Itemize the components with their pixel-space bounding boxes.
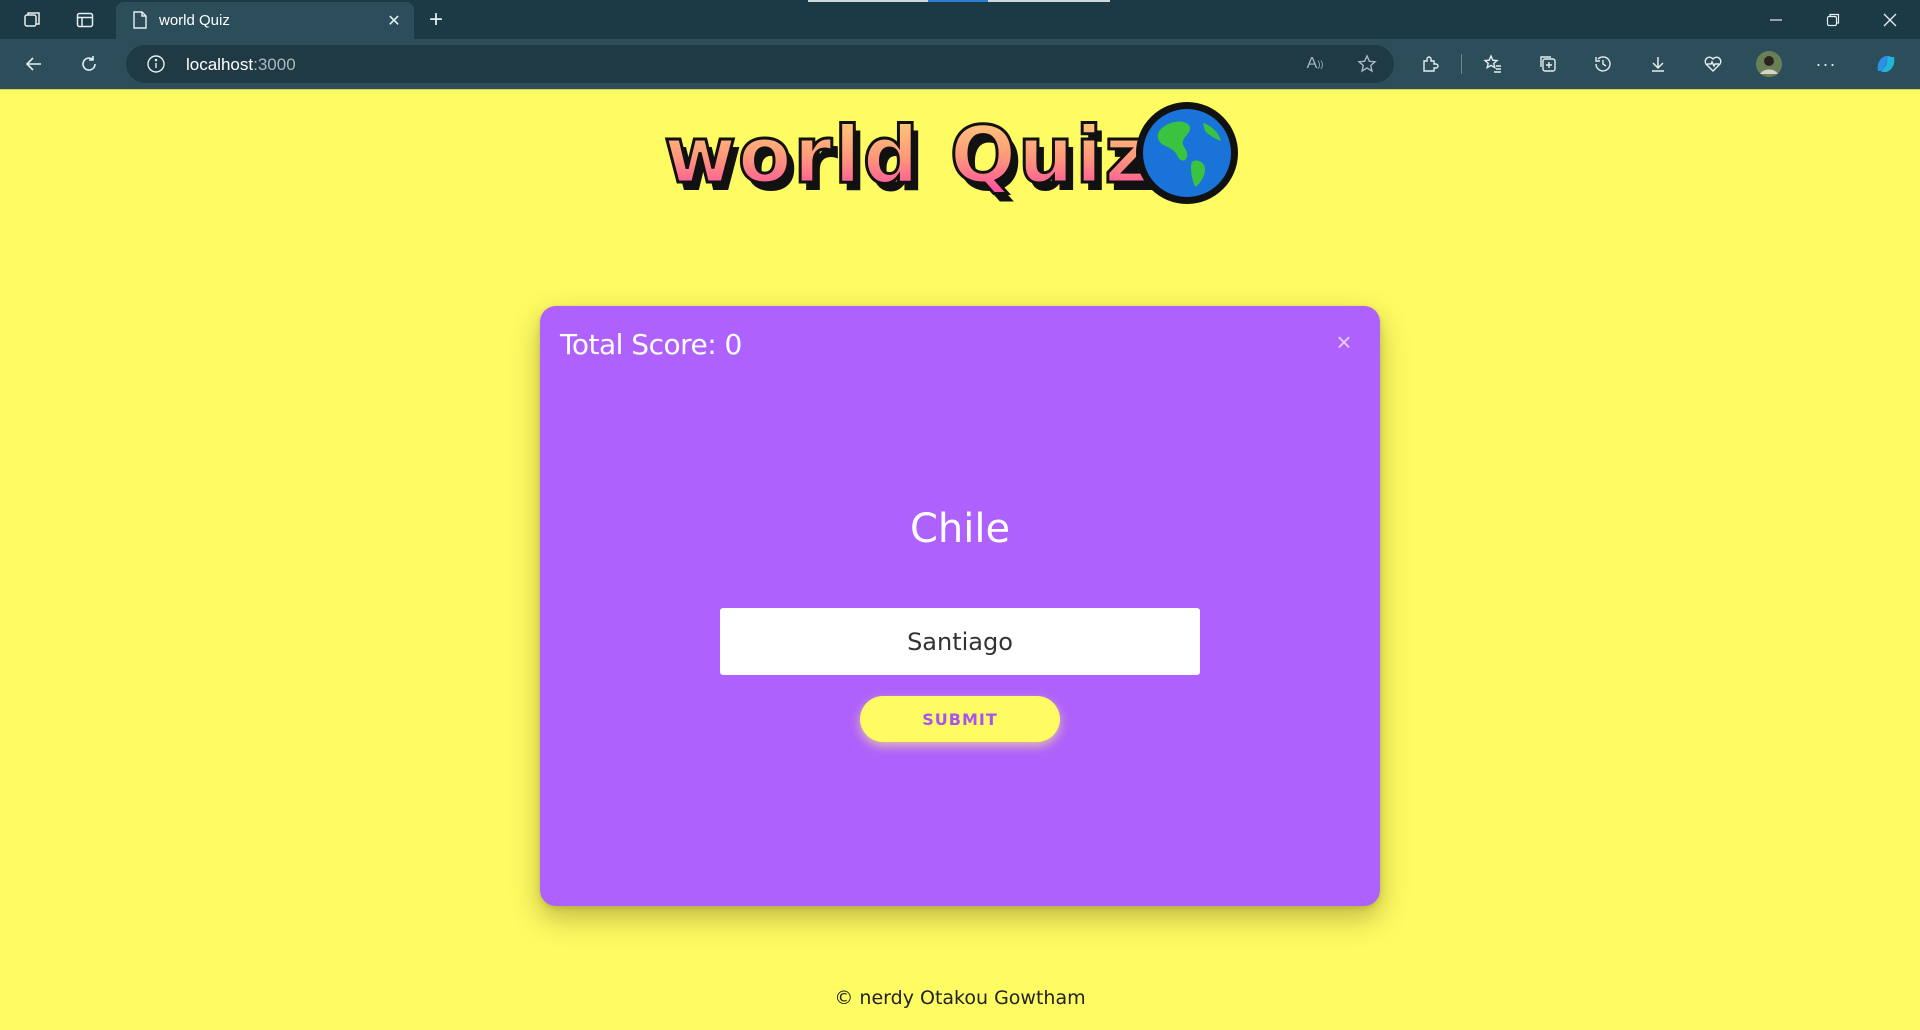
quiz-card: Total Score: 0 × Chile SUBMIT — [540, 306, 1380, 906]
active-tab[interactable]: world Quiz ✕ — [116, 2, 414, 39]
copilot-icon[interactable] — [1872, 50, 1900, 78]
url-port: :3000 — [253, 55, 296, 74]
submit-button[interactable]: SUBMIT — [860, 696, 1060, 742]
more-options-icon[interactable]: ··· — [1814, 52, 1838, 76]
url-text[interactable]: localhost:3000 — [186, 55, 296, 75]
read-aloud-icon[interactable]: A)) — [1304, 54, 1326, 74]
workspaces-icon[interactable] — [20, 8, 44, 32]
globe-icon — [1133, 99, 1241, 207]
browser-tab-bar: world Quiz ✕ + — [0, 0, 1920, 39]
close-window-icon[interactable] — [1878, 8, 1902, 32]
collections-icon[interactable] — [1536, 52, 1560, 76]
new-tab-icon[interactable]: + — [424, 6, 448, 33]
profile-avatar[interactable] — [1754, 49, 1784, 79]
page-icon — [130, 10, 150, 30]
minimize-icon[interactable] — [1764, 8, 1788, 32]
loading-indicator — [808, 0, 1110, 2]
address-bar[interactable]: localhost:3000 A)) — [126, 45, 1394, 83]
site-info-icon[interactable] — [146, 54, 166, 74]
restore-icon[interactable] — [1821, 8, 1845, 32]
toolbar-bottom-border — [0, 89, 1920, 90]
toolbar-divider — [1461, 54, 1462, 74]
total-score: Total Score: 0 — [560, 328, 742, 361]
extensions-icon[interactable] — [1418, 52, 1442, 76]
performance-icon[interactable] — [1701, 52, 1725, 76]
close-tab-icon[interactable]: ✕ — [384, 11, 404, 31]
logo-text: world Quiz — [664, 111, 1152, 201]
url-host: localhost — [186, 55, 254, 74]
close-icon[interactable]: × — [1330, 328, 1358, 356]
favorite-star-icon[interactable] — [1356, 54, 1378, 74]
tab-actions-icon[interactable] — [73, 8, 97, 32]
footer-credit: © nerdy Otakou Gowtham — [834, 987, 1086, 1009]
country-name: Chile — [909, 506, 1011, 552]
browser-toolbar: localhost:3000 A)) ··· — [0, 39, 1920, 89]
answer-input[interactable] — [720, 608, 1200, 675]
downloads-icon[interactable] — [1646, 52, 1670, 76]
favorites-icon[interactable] — [1481, 52, 1505, 76]
tab-title: world Quiz — [159, 12, 230, 29]
back-icon[interactable] — [22, 52, 46, 76]
refresh-icon[interactable] — [77, 52, 101, 76]
history-icon[interactable] — [1591, 52, 1615, 76]
